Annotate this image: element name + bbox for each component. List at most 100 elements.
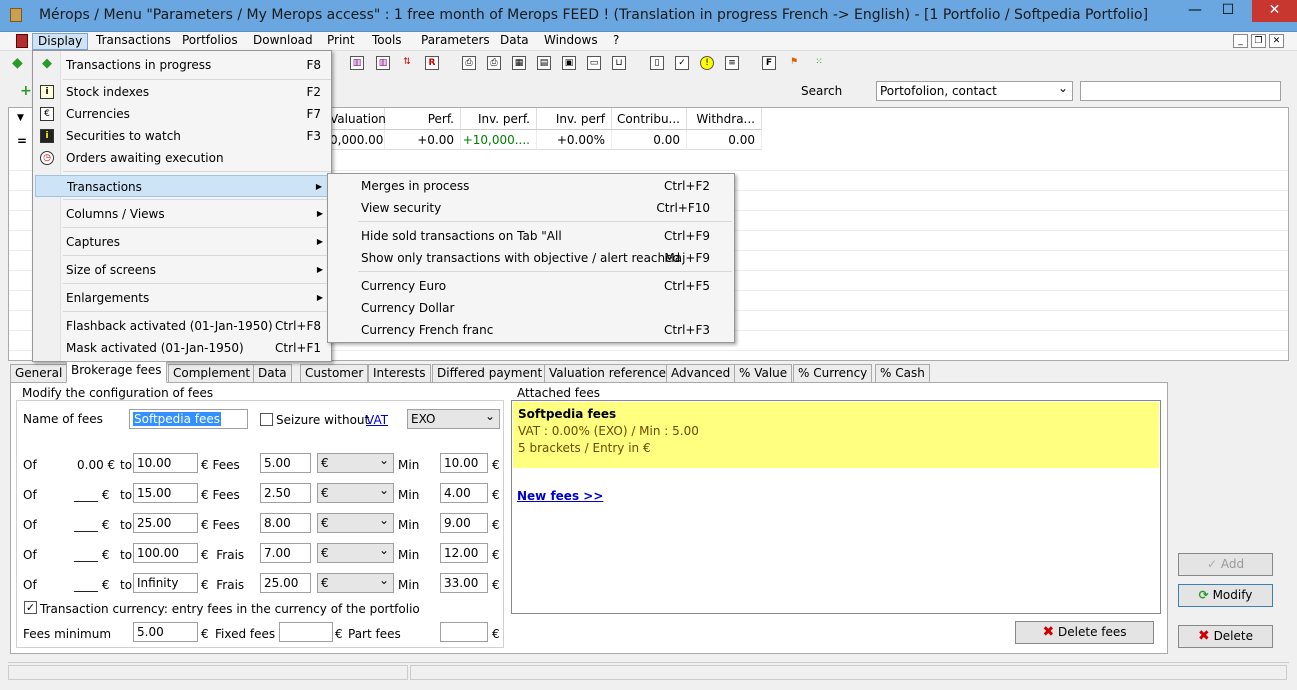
submenu-item-merges[interactable]: Merges in process Ctrl+F2 [330,175,732,197]
flag-icon[interactable]: ⚑ [787,56,801,70]
tray-icon[interactable]: ⊔ [612,56,626,70]
vat-combo[interactable]: EXO [407,407,500,429]
bracket-to-input[interactable]: Infinity [133,573,198,593]
cell-withdrawals[interactable]: 0.00 [687,130,762,150]
menu-display[interactable]: Display [32,33,89,50]
tab-valuation-reference[interactable]: Valuation reference [544,364,672,383]
menu-item-orders-awaiting[interactable]: ◷ Orders awaiting execution [35,147,329,169]
menu-item-flashback[interactable]: Flashback activated (01-Jan-1950) Ctrl+F… [35,315,329,337]
bracket-fee-input[interactable]: 8.00 [260,513,311,533]
new-fees-link[interactable]: New fees >> [517,489,603,503]
tab-general[interactable]: General [10,364,68,383]
transaction-currency-checkbox[interactable]: ✓ [24,601,37,614]
r-icon[interactable]: R [425,56,439,70]
close-button[interactable]: ✕ [1252,0,1297,22]
menu-item-columns-views[interactable]: Columns / Views ▶ [35,203,329,225]
bracket-fee-input[interactable]: 7.00 [260,543,311,563]
part-fees-input[interactable] [440,622,488,642]
bracket-currency-combo[interactable]: € [317,511,394,533]
tab-brokerage-fees[interactable]: Brokerage fees [66,361,167,383]
bracket-currency-combo[interactable]: € [317,541,394,563]
bracket-to-input[interactable]: 15.00 [133,483,198,503]
bracket-to-input[interactable]: 10.00 [133,453,198,473]
alert-icon[interactable]: ! [700,56,714,70]
tab-interests[interactable]: Interests [368,364,431,383]
menu-item-size-of-screens[interactable]: Size of screens ▶ [35,259,329,281]
col-header-inv-perf[interactable]: Inv. perf. [461,108,537,130]
submenu-item-currency-euro[interactable]: Currency Euro Ctrl+F5 [330,275,732,297]
bracket-min-input[interactable]: 12.00 [440,543,488,563]
menu-item-transactions[interactable]: Transactions ▶ [35,175,329,197]
col-header-inv-perf-pct[interactable]: Inv. perf [537,108,612,130]
search-scope-combo[interactable]: Portofolion, contact [876,79,1073,101]
menu-item-captures[interactable]: Captures ▶ [35,231,329,253]
menu-download[interactable]: Download [248,33,318,50]
print-preview-icon[interactable]: ⎙ [487,56,501,70]
attached-fee-card[interactable]: Softpedia fees VAT : 0.00% (EXO) / Min :… [513,402,1159,468]
chart-icon[interactable]: ▥ [350,56,364,70]
menu-data[interactable]: Data [495,33,534,50]
print-icon[interactable]: ⎙ [462,56,476,70]
submenu-item-currency-franc[interactable]: Currency French franc Ctrl+F3 [330,319,732,341]
list-icon[interactable]: ≡ [725,56,739,70]
fixed-fees-input[interactable] [279,622,333,642]
delete-fees-button[interactable]: ✖ Delete fees [1015,621,1154,644]
grid-menu-icon[interactable]: ▼ [17,113,24,123]
bracket-min-input[interactable]: 4.00 [440,483,488,503]
menu-item-transactions-in-progress[interactable]: ◆ Transactions in progress F8 [35,54,329,76]
mdi-close-button[interactable]: ✕ [1269,34,1284,48]
battery-icon[interactable]: ▭ [587,56,601,70]
tab-complement[interactable]: Complement [168,364,256,383]
bracket-min-input[interactable]: 10.00 [440,453,488,473]
columns-icon[interactable]: ▤ [537,56,551,70]
menu-item-currencies[interactable]: € Currencies F7 [35,103,329,125]
modify-button[interactable]: ⟳ Modify [1178,584,1273,607]
bracket-to-input[interactable]: 25.00 [133,513,198,533]
mdi-minimize-button[interactable]: _ [1233,34,1248,48]
add-button[interactable]: ✓ Add [1178,553,1273,576]
menu-tools[interactable]: Tools [367,33,407,50]
tag-icon[interactable]: ◆ [12,56,26,70]
col-header-withdrawals[interactable]: Withdra... [687,108,762,130]
submenu-item-currency-dollar[interactable]: Currency Dollar [330,297,732,319]
add-icon[interactable]: + [20,83,32,99]
bracket-currency-combo[interactable]: € [317,571,394,593]
menu-item-securities-to-watch[interactable]: i Securities to watch F3 [35,125,329,147]
tab-advanced[interactable]: Advanced [666,364,736,383]
col-header-contributions[interactable]: Contribu... [612,108,687,130]
mdi-child-icon[interactable] [16,34,28,48]
seizure-checkbox[interactable] [260,413,273,426]
checklist-icon[interactable]: ✓ [675,56,689,70]
vat-link[interactable]: VAT [366,413,388,427]
calculator-icon[interactable]: ▯ [650,56,664,70]
bracket-min-input[interactable]: 9.00 [440,513,488,533]
chart-alt-icon[interactable]: ▥ [376,56,390,70]
tab-data[interactable]: Data [253,364,292,383]
mdi-restore-button[interactable]: ❐ [1251,34,1266,48]
delete-button[interactable]: ✖ Delete [1178,625,1273,648]
cell-inv-perf[interactable]: +10,000.... [461,130,537,150]
menu-portfolios[interactable]: Portfolios [177,33,243,50]
submenu-item-hide-sold[interactable]: Hide sold transactions on Tab "All Ctrl+… [330,225,732,247]
cell-valuation[interactable]: 0,000.00 [327,130,385,150]
bracket-currency-combo[interactable]: € [317,481,394,503]
sort-icon[interactable]: ⇅ [400,56,414,70]
menu-transactions[interactable]: Transactions [91,33,176,50]
tab-pct-currency[interactable]: % Currency [793,364,873,383]
image-icon[interactable]: ▣ [562,56,576,70]
bracket-fee-input[interactable]: 5.00 [260,453,311,473]
bracket-fee-input[interactable]: 25.00 [260,573,311,593]
cell-contributions[interactable]: 0.00 [612,130,687,150]
menu-item-enlargements[interactable]: Enlargements ▶ [35,287,329,309]
menu-item-stock-indexes[interactable]: i Stock indexes F2 [35,81,329,103]
fees-minimum-input[interactable]: 5.00 [133,622,198,642]
submenu-item-view-security[interactable]: View security Ctrl+F10 [330,197,732,219]
submenu-item-show-objective[interactable]: Show only transactions with objective / … [330,247,732,269]
tab-pct-value[interactable]: % Value [734,364,793,383]
bracket-currency-combo[interactable]: € [317,451,394,473]
bracket-fee-input[interactable]: 2.50 [260,483,311,503]
col-header-valuation[interactable]: Valuation [327,108,386,130]
minimize-button[interactable]: — [1180,0,1210,22]
search-input[interactable] [1080,81,1281,101]
menu-print[interactable]: Print [322,33,360,50]
